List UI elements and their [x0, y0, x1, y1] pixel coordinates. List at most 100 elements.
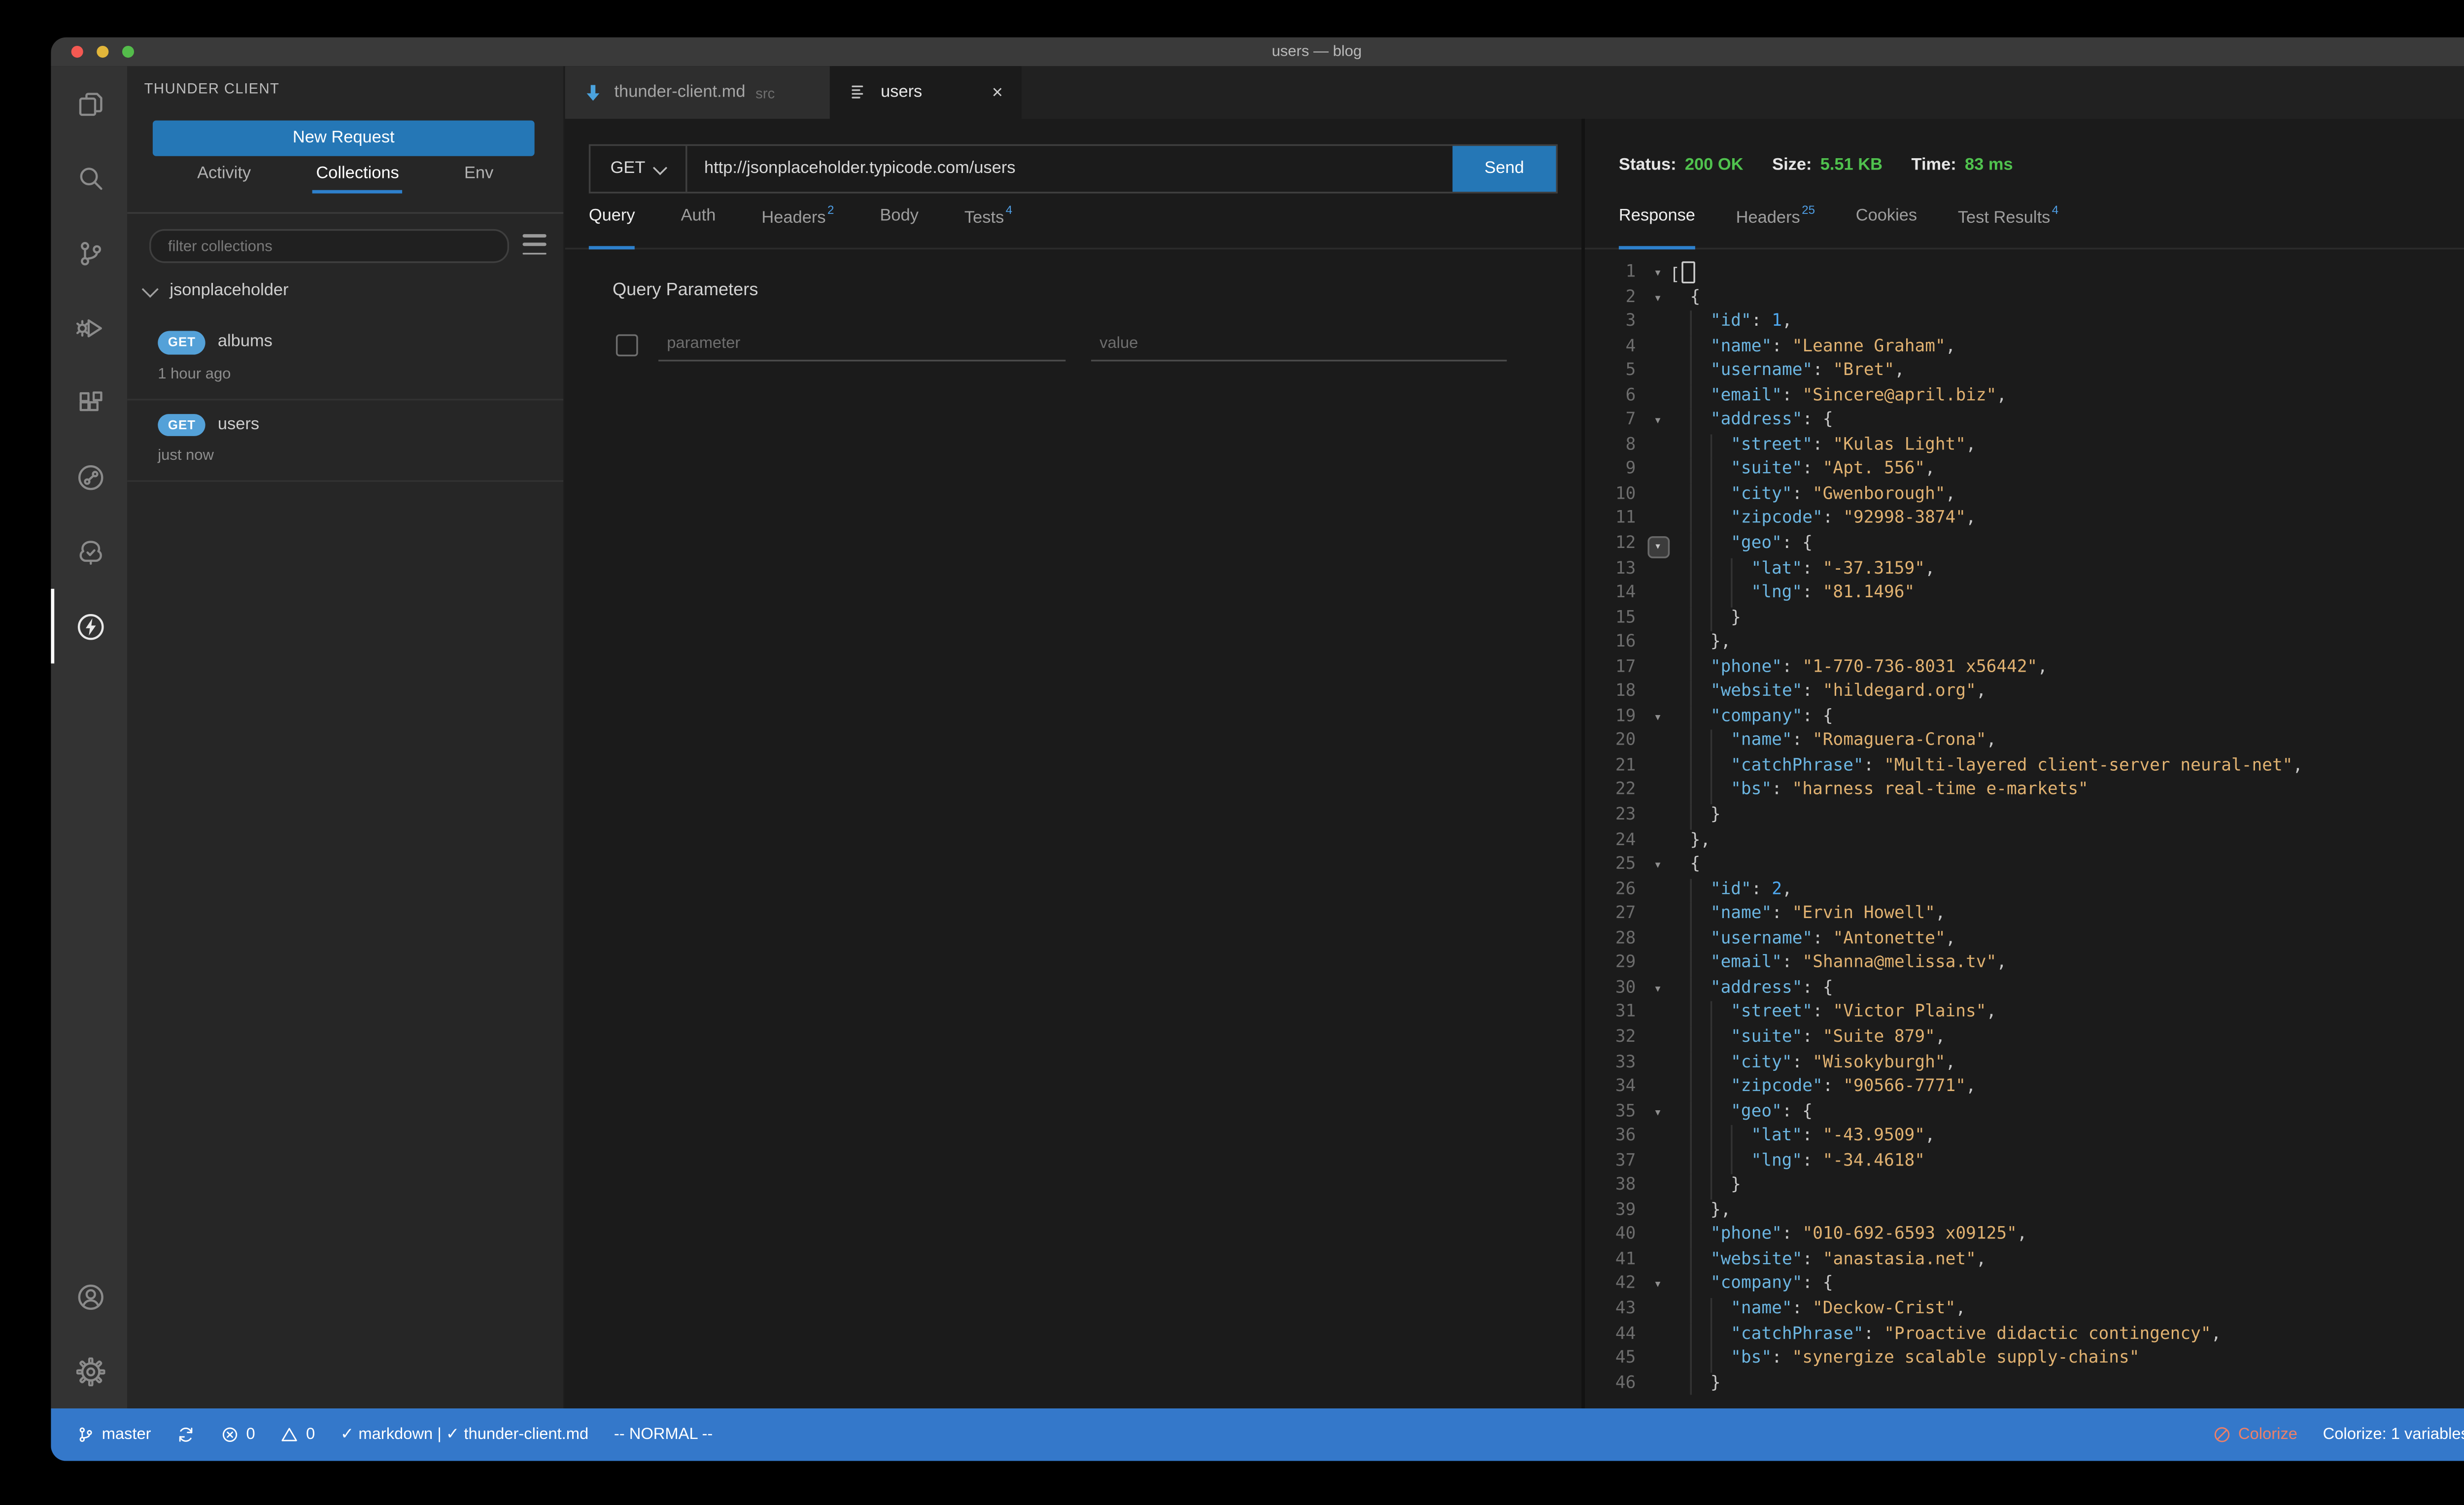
fold-gutter — [1646, 1076, 1670, 1100]
close-tab-icon[interactable]: × — [992, 82, 1003, 103]
status-item-label: 0 — [246, 1425, 255, 1444]
title-bar: users — blog — [51, 37, 2464, 67]
line-number: 41 — [1585, 1249, 1646, 1273]
sidebar-tab-activity[interactable]: Activity — [197, 165, 251, 194]
code-line: 15} — [1585, 607, 2464, 632]
activity-item-search[interactable] — [51, 141, 127, 216]
activity-item-thunder-client[interactable] — [51, 589, 127, 664]
status-item-warnings[interactable]: 0 — [280, 1425, 315, 1444]
activity-bar — [51, 66, 127, 1408]
activity-item-extensions[interactable] — [51, 365, 127, 440]
fold-toggle-icon[interactable]: ▾ — [1646, 1273, 1670, 1298]
time-label: Time: — [1912, 156, 1956, 175]
line-number: 38 — [1585, 1175, 1646, 1199]
request-tab-headers[interactable]: Headers2 — [761, 207, 834, 248]
status-item-label: master — [102, 1425, 151, 1444]
tab-thunder-client-md[interactable]: thunder-client.md src — [565, 66, 832, 119]
collections-menu-icon[interactable] — [523, 234, 547, 254]
method-badge: GET — [158, 331, 206, 353]
activity-item-run-debug[interactable] — [51, 290, 127, 365]
fold-gutter — [1646, 903, 1670, 928]
status-item-errors[interactable]: 0 — [221, 1425, 255, 1444]
sidebar-tab-env[interactable]: Env — [464, 165, 493, 194]
method-select[interactable]: GET — [590, 146, 687, 192]
query-parameters-heading: Query Parameters — [613, 280, 758, 300]
status-item-file-info[interactable]: ✓ markdown | ✓ thunder-client.md — [341, 1425, 588, 1444]
response-tab-test-results[interactable]: Test Results4 — [1958, 207, 2058, 248]
response-tab-cookies[interactable]: Cookies — [1856, 207, 1917, 248]
tab-users[interactable]: users × — [831, 66, 1022, 119]
request-time: 1 hour ago — [158, 364, 533, 381]
filter-collections-box — [149, 229, 509, 263]
vscode-window: users — blog THUNDER CLIENT New Request … — [51, 37, 2464, 1461]
code-line: 1▾[ — [1585, 261, 2464, 286]
time-segment: Time: 83 ms — [1912, 156, 2013, 175]
line-number: 23 — [1585, 804, 1646, 829]
response-tab-response[interactable]: Response — [1619, 207, 1695, 248]
line-number: 10 — [1585, 483, 1646, 508]
fold-toggle-icon[interactable]: ▾ — [1646, 261, 1670, 286]
size-value: 5.51 KB — [1820, 156, 1882, 175]
activity-item-source-control[interactable] — [51, 215, 127, 290]
activity-item-testing[interactable] — [51, 514, 127, 589]
parameter-checkbox[interactable] — [616, 334, 638, 356]
status-item-sync[interactable] — [176, 1425, 195, 1444]
code-line: 38} — [1585, 1175, 2464, 1199]
activity-item-account[interactable] — [51, 1259, 127, 1334]
response-tabs: Response Headers25 Cookies Test Results4 — [1585, 207, 2464, 249]
sync-icon — [176, 1425, 195, 1444]
send-button[interactable]: Send — [1452, 146, 1556, 192]
code-line: 16}, — [1585, 632, 2464, 656]
code-line: 17"phone": "1-770-736-8031 x56442", — [1585, 656, 2464, 681]
query-parameter-row — [616, 334, 1507, 361]
status-item-colorize-toggle[interactable]: Colorize — [2213, 1425, 2297, 1444]
status-item-git-branch[interactable]: master — [76, 1425, 151, 1444]
status-bar-right: Colorize Colorize: 1 variables — [2188, 1425, 2464, 1444]
request-tab-tests[interactable]: Tests4 — [964, 207, 1012, 248]
warnings-icon — [280, 1425, 299, 1444]
fold-toggle-icon[interactable]: ▾ — [1646, 706, 1670, 730]
line-number: 14 — [1585, 582, 1646, 607]
line-number: 34 — [1585, 1076, 1646, 1100]
status-item-vim-mode[interactable]: -- NORMAL -- — [614, 1425, 713, 1444]
fold-gutter — [1646, 1199, 1670, 1224]
response-pane: Status: 200 OK Size: 5.51 KB Time: 83 ms — [1585, 119, 2464, 1408]
request-tab-query[interactable]: Query — [589, 207, 635, 248]
line-number: 46 — [1585, 1372, 1646, 1395]
activity-item-circle-branch[interactable] — [51, 440, 127, 514]
branch-icon — [76, 1425, 95, 1444]
line-number: 30 — [1585, 977, 1646, 1002]
fold-gutter — [1646, 1150, 1670, 1174]
request-item-albums[interactable]: GETalbums1 hour ago — [127, 317, 563, 400]
response-tab-headers[interactable]: Headers25 — [1736, 207, 1815, 248]
fold-toggle-icon[interactable]: ▾ — [1646, 533, 1670, 557]
fold-toggle-icon[interactable]: ▾ — [1646, 410, 1670, 434]
response-json-viewer[interactable]: 1▾[2▾{3"id": 1,4"name": "Leanne Graham",… — [1585, 261, 2464, 1395]
errors-icon — [221, 1425, 240, 1444]
line-number: 25 — [1585, 854, 1646, 878]
code-line: 28"username": "Antonette", — [1585, 928, 2464, 953]
url-input[interactable] — [687, 160, 1453, 178]
fold-toggle-icon[interactable]: ▾ — [1646, 1100, 1670, 1125]
fold-toggle-icon[interactable]: ▾ — [1646, 854, 1670, 878]
filter-collections-input[interactable] — [151, 238, 507, 254]
fold-toggle-icon[interactable]: ▾ — [1646, 286, 1670, 310]
line-number: 37 — [1585, 1150, 1646, 1174]
request-tab-body[interactable]: Body — [880, 207, 918, 248]
collection-header[interactable]: jsonplaceholder — [144, 282, 289, 301]
status-item-label: ✓ markdown | ✓ thunder-client.md — [341, 1425, 588, 1444]
fold-gutter — [1646, 310, 1670, 335]
request-tab-auth[interactable]: Auth — [681, 207, 716, 248]
line-number: 18 — [1585, 681, 1646, 706]
activity-item-explorer[interactable] — [51, 66, 127, 141]
parameter-input[interactable] — [658, 334, 1065, 361]
method-value: GET — [611, 160, 646, 178]
request-item-users[interactable]: GETusersjust now — [127, 400, 563, 482]
value-input[interactable] — [1091, 334, 1507, 361]
new-request-button[interactable]: New Request — [153, 120, 535, 156]
activity-item-settings[interactable] — [51, 1334, 127, 1408]
sidebar-tab-collections[interactable]: Collections — [316, 165, 399, 194]
status-item-colorize-variables[interactable]: Colorize: 1 variables — [2323, 1425, 2464, 1444]
divider — [127, 212, 563, 213]
fold-toggle-icon[interactable]: ▾ — [1646, 977, 1670, 1002]
